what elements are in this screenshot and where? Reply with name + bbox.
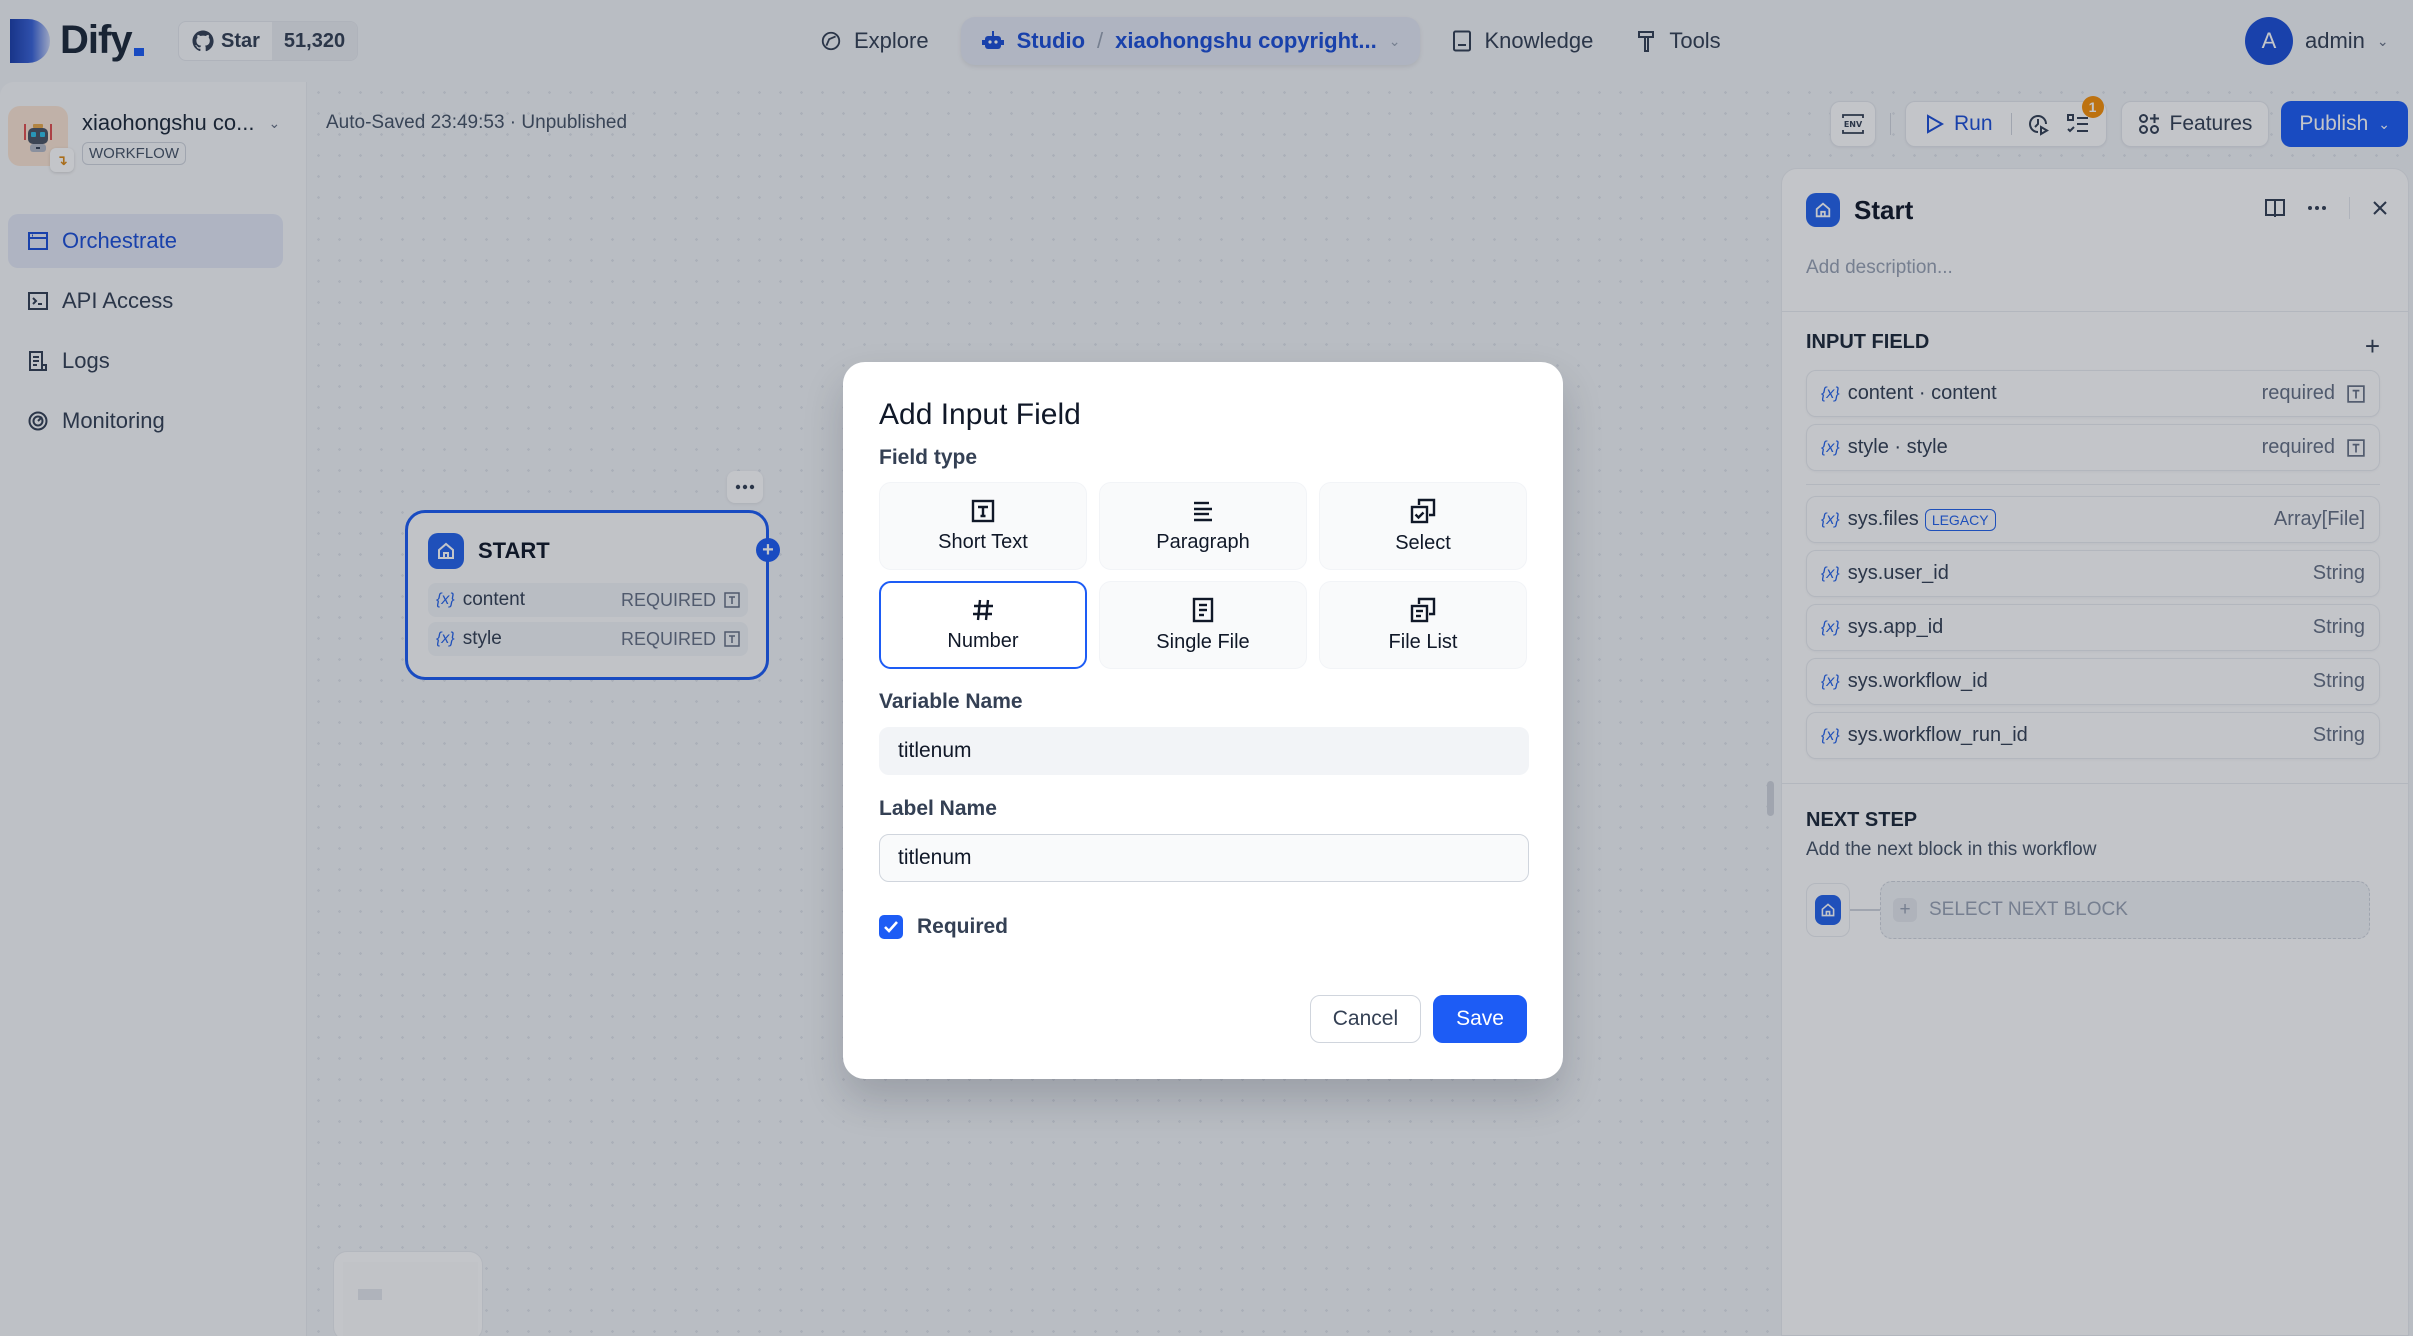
field-type-label: Paragraph (1156, 530, 1250, 553)
field-type-paragraph[interactable]: Paragraph (1099, 482, 1307, 570)
dialog-title: Add Input Field (879, 398, 1081, 431)
field-type-label: Select (1395, 531, 1451, 554)
label-name-input[interactable] (879, 834, 1529, 882)
dialog-actions: Cancel Save (1309, 995, 1527, 1043)
file-list-icon (1410, 597, 1436, 622)
field-type-label: Field type (879, 446, 978, 469)
add-input-field-dialog: Add Input Field Field type Short Text Pa… (843, 362, 1563, 1079)
field-type-file-list[interactable]: File List (1319, 581, 1527, 669)
required-label: Required (917, 915, 1009, 938)
variable-name-input[interactable] (879, 727, 1529, 775)
field-type-single-file[interactable]: Single File (1099, 581, 1307, 669)
field-type-grid: Short Text Paragraph Select Number Singl… (879, 482, 1529, 669)
file-icon (1192, 597, 1214, 622)
field-type-label: Short Text (938, 530, 1028, 553)
label-name-label: Label Name (879, 797, 997, 820)
required-option[interactable]: Required (879, 915, 1008, 939)
field-type-label: File List (1388, 630, 1458, 653)
required-checkbox[interactable] (879, 915, 903, 939)
hash-icon (973, 599, 993, 620)
text-type-icon (971, 499, 995, 522)
check-icon (884, 921, 898, 933)
field-type-number[interactable]: Number (879, 581, 1087, 669)
field-type-label: Single File (1156, 630, 1250, 653)
field-type-short-text[interactable]: Short Text (879, 482, 1087, 570)
save-button[interactable]: Save (1433, 995, 1527, 1043)
paragraph-icon (1194, 501, 1212, 521)
field-type-label: Number (947, 629, 1019, 652)
cancel-button[interactable]: Cancel (1309, 995, 1422, 1043)
variable-name-label: Variable Name (879, 690, 1023, 713)
select-icon (1410, 498, 1436, 523)
field-type-select[interactable]: Select (1319, 482, 1527, 570)
